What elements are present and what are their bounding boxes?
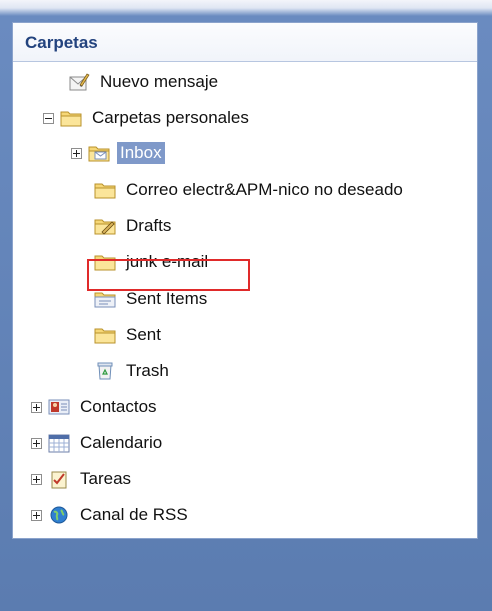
- new-message-icon: [67, 71, 91, 93]
- sent-label: Sent: [126, 325, 161, 344]
- sent-items-label: Sent Items: [126, 289, 208, 308]
- new-message-item[interactable]: Nuevo mensaje: [67, 67, 221, 97]
- personal-folders-item[interactable]: Carpetas personales: [43, 103, 252, 133]
- contacts-item[interactable]: Contactos: [31, 392, 160, 422]
- panel-header: Carpetas: [13, 23, 477, 62]
- drafts-label: Drafts: [126, 216, 172, 235]
- app-background: Carpetas Nuevo mensaje Carpetas personal…: [0, 0, 492, 611]
- sent-items-item[interactable]: Sent Items: [93, 284, 210, 314]
- rss-label: Canal de RSS: [80, 505, 188, 524]
- sent-item[interactable]: Sent: [93, 320, 164, 350]
- expand-toggle-icon[interactable]: [31, 401, 42, 413]
- expand-toggle-icon[interactable]: [31, 437, 42, 449]
- inbox-item[interactable]: Inbox: [71, 138, 165, 168]
- expand-toggle-icon[interactable]: [71, 147, 82, 159]
- folder-icon: [93, 324, 117, 346]
- folder-icon: [93, 179, 117, 201]
- expand-toggle-icon[interactable]: [31, 509, 42, 521]
- panel-title: Carpetas: [25, 33, 98, 52]
- tasks-icon: [47, 468, 71, 490]
- new-message-label: Nuevo mensaje: [100, 72, 219, 91]
- collapse-toggle-icon[interactable]: [43, 112, 54, 124]
- junk-long-item[interactable]: Correo electr&APM-nico no deseado: [93, 175, 406, 205]
- calendar-icon: [47, 432, 71, 454]
- trash-label: Trash: [126, 361, 169, 380]
- drafts-folder-icon: [93, 215, 117, 237]
- globe-icon: [47, 504, 71, 526]
- personal-folders-label: Carpetas personales: [92, 108, 249, 127]
- tasks-item[interactable]: Tareas: [31, 464, 134, 494]
- inbox-folder-icon: [87, 142, 111, 164]
- calendar-item[interactable]: Calendario: [31, 428, 165, 458]
- trash-item[interactable]: Trash: [93, 356, 172, 386]
- contacts-label: Contactos: [80, 397, 157, 416]
- trash-icon: [93, 360, 117, 382]
- sent-items-folder-icon: [93, 288, 117, 310]
- junk-long-label: Correo electr&APM-nico no deseado: [126, 180, 403, 199]
- drafts-item[interactable]: Drafts: [93, 211, 174, 241]
- inbox-label: Inbox: [117, 142, 165, 164]
- rss-item[interactable]: Canal de RSS: [31, 500, 191, 530]
- contacts-icon: [47, 396, 71, 418]
- folders-panel: Carpetas Nuevo mensaje Carpetas personal…: [12, 22, 478, 539]
- folder-icon: [59, 107, 83, 129]
- calendar-label: Calendario: [80, 433, 163, 452]
- expand-toggle-icon[interactable]: [31, 473, 42, 485]
- tasks-label: Tareas: [80, 469, 132, 488]
